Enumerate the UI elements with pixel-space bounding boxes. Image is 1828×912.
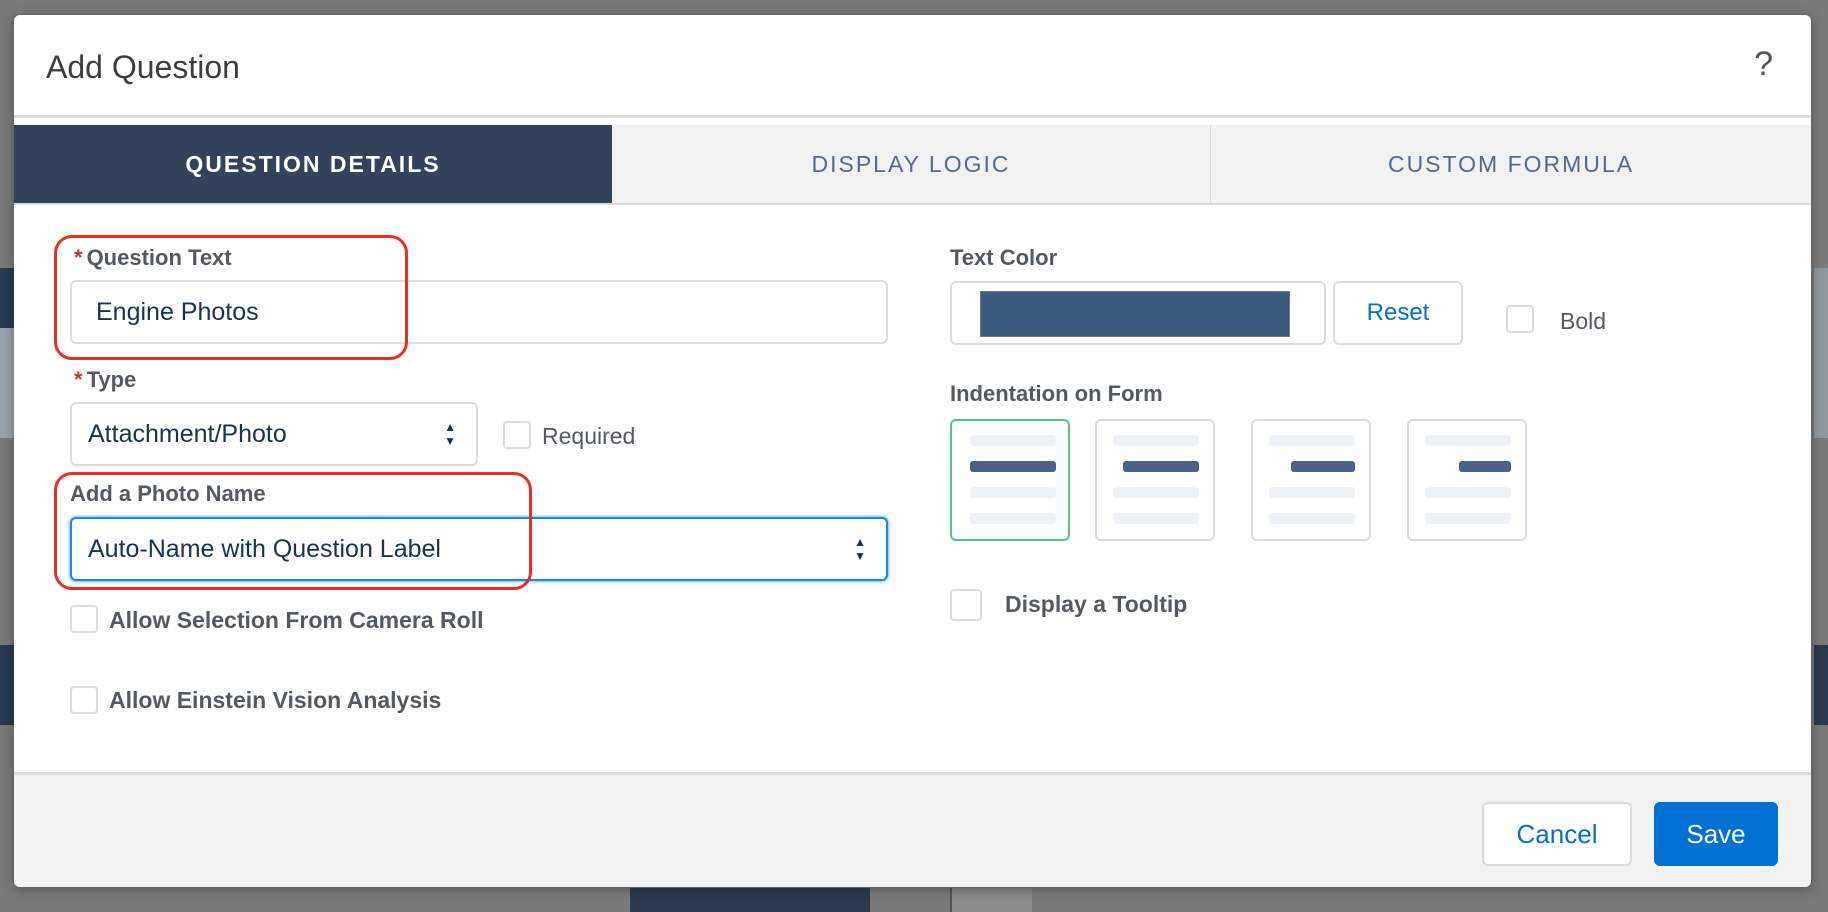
backdrop-fragment: [0, 268, 14, 328]
required-asterisk: *: [74, 367, 83, 392]
backdrop-fragment: [1814, 645, 1828, 725]
dialog-footer: Cancel Save: [14, 772, 1811, 887]
einstein-checkbox[interactable]: [70, 686, 98, 714]
type-label-text: Type: [86, 367, 137, 392]
cancel-button[interactable]: Cancel: [1482, 802, 1632, 866]
camera-roll-label: Allow Selection From Camera Roll: [109, 607, 484, 633]
indent-option-1[interactable]: [1095, 419, 1215, 541]
type-select-value: Attachment/Photo: [88, 419, 287, 448]
indent-option-3[interactable]: [1407, 419, 1527, 541]
type-label: * Type: [74, 367, 136, 393]
required-asterisk: *: [74, 245, 83, 270]
tab-question-details[interactable]: QUESTION DETAILS: [14, 125, 612, 203]
select-arrows-icon: ▲ ▼: [854, 535, 866, 563]
tooltip-checkbox[interactable]: [950, 589, 982, 621]
camera-roll-checkbox[interactable]: [70, 605, 98, 633]
help-icon[interactable]: ?: [1754, 45, 1773, 84]
backdrop-fragment: [0, 328, 14, 438]
question-text-label: * Question Text: [74, 245, 232, 271]
tab-bar: QUESTION DETAILS DISPLAY LOGIC CUSTOM FO…: [14, 125, 1811, 205]
select-arrows-icon: ▲ ▼: [444, 420, 456, 448]
photo-name-select[interactable]: Auto-Name with Question Label ▲ ▼: [70, 517, 888, 581]
text-color-picker[interactable]: [950, 281, 1326, 345]
add-question-dialog: Add Question ? QUESTION DETAILS DISPLAY …: [14, 15, 1811, 887]
backdrop-toolbar: [630, 888, 870, 912]
type-select[interactable]: Attachment/Photo ▲ ▼: [70, 402, 478, 466]
reset-button[interactable]: Reset: [1333, 281, 1463, 345]
dialog-title: Add Question: [46, 49, 240, 85]
color-swatch: [980, 291, 1290, 337]
tab-display-logic[interactable]: DISPLAY LOGIC: [612, 125, 1211, 203]
indent-option-2[interactable]: [1251, 419, 1371, 541]
bold-label: Bold: [1560, 308, 1607, 334]
backdrop-fragment: [950, 888, 1032, 912]
tooltip-label: Display a Tooltip: [1005, 591, 1188, 617]
indentation-label: Indentation on Form: [950, 381, 1163, 406]
tab-custom-formula[interactable]: CUSTOM FORMULA: [1211, 125, 1811, 203]
bold-checkbox[interactable]: [1506, 305, 1534, 333]
photo-name-select-value: Auto-Name with Question Label: [88, 534, 441, 563]
photo-name-label: Add a Photo Name: [70, 481, 266, 506]
required-checkbox-label: Required: [542, 423, 636, 449]
einstein-label: Allow Einstein Vision Analysis: [109, 687, 442, 713]
question-text-label-text: Question Text: [86, 245, 232, 270]
backdrop-fragment: [1814, 268, 1828, 438]
required-checkbox[interactable]: [503, 421, 531, 449]
indent-option-0[interactable]: [950, 419, 1070, 541]
question-text-input[interactable]: [70, 280, 888, 344]
text-color-label: Text Color: [950, 245, 1058, 270]
backdrop-fragment: [0, 645, 14, 725]
dialog-header: Add Question ?: [14, 15, 1811, 118]
save-button[interactable]: Save: [1654, 802, 1778, 866]
